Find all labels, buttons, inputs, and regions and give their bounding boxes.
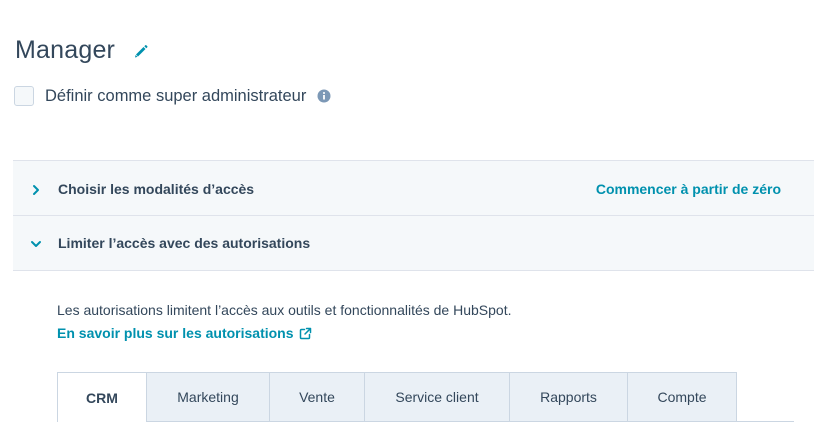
super-admin-checkbox[interactable] [14,86,34,106]
learn-more-link[interactable]: En savoir plus sur les autorisations [57,325,312,341]
title-row: Manager [15,36,149,65]
tab-service-client[interactable]: Service client [365,372,510,422]
page-title: Manager [15,36,116,64]
tabs-divider [736,421,794,422]
chevron-right-icon [30,183,42,195]
learn-more-label[interactable]: En savoir plus sur les autorisations [57,325,294,341]
pencil-icon[interactable] [133,43,149,59]
tab-vente[interactable]: Vente [270,372,365,422]
super-admin-row: Définir comme super administrateur [14,86,331,106]
permissions-description: Les autorisations limitent l’accès aux o… [57,302,512,318]
chevron-down-icon [30,237,42,249]
external-link-icon [299,327,312,340]
tab-crm[interactable]: CRM [57,372,147,422]
info-icon[interactable] [317,89,331,103]
user-permissions-page: Manager Définir comme super administrate… [0,0,830,441]
accordion-title: Choisir les modalités d’accès [58,180,255,197]
accordion-title: Limiter l’accès avec des autorisations [58,235,311,251]
permission-tabs: CRM Marketing Vente Service client Rappo… [57,372,737,422]
tab-compte[interactable]: Compte [628,372,737,422]
tab-rapports[interactable]: Rapports [510,372,628,422]
tab-marketing[interactable]: Marketing [147,372,270,422]
super-admin-label[interactable]: Définir comme super administrateur [45,87,306,106]
accordion-access-mode[interactable]: Choisir les modalités d’accès Commencer … [13,160,814,216]
start-from-scratch-link[interactable]: Commencer à partir de zéro [596,181,781,197]
accordion-limit-access[interactable]: Limiter l’accès avec des autorisations [13,215,814,271]
